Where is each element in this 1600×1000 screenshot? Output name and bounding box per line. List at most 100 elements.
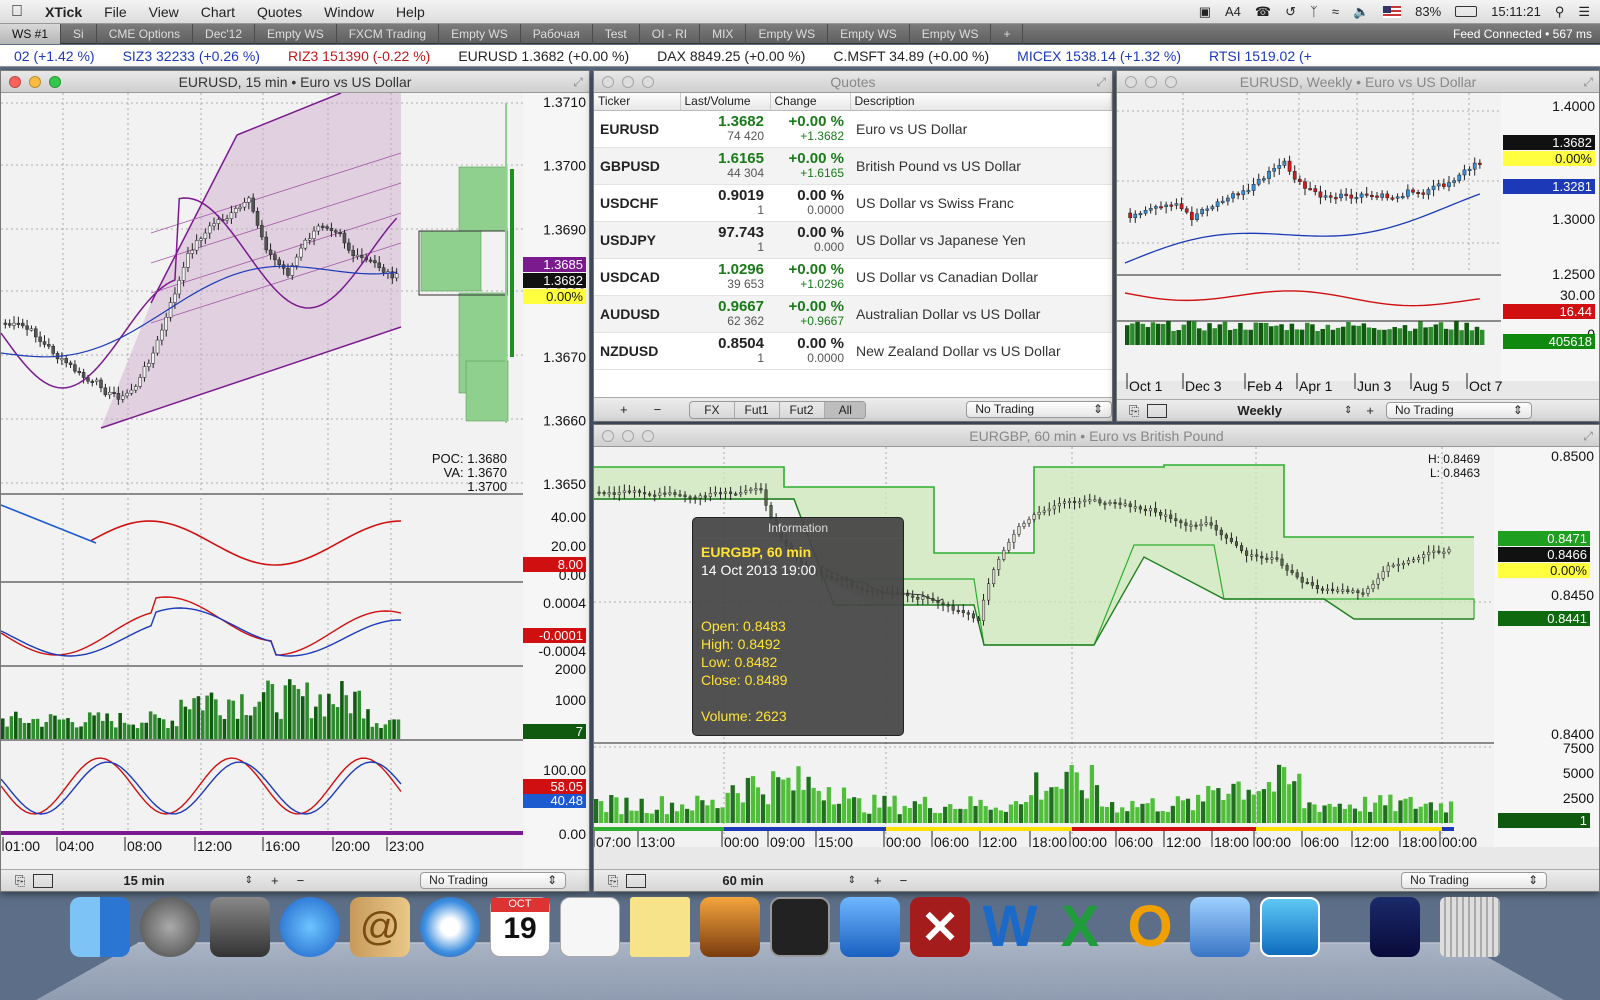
add-indicator-button[interactable]: + <box>1366 403 1374 418</box>
ticker-item[interactable]: RTSI 1519.02 (+ <box>1195 48 1326 64</box>
window-titlebar[interactable]: EURGBP, 60 min • Euro vs British Pound ⤢ <box>594 425 1599 447</box>
workspace-tab[interactable]: Empty WS <box>910 23 992 44</box>
quote-row[interactable]: NZDUSD 0.8504 1 0.00 % 0.0000 New Zealand Dol… <box>594 332 1112 370</box>
trading-mode-select[interactable]: No Trading ⇕ <box>1401 872 1548 889</box>
eurusd-15min-chart[interactable]: POC: 1.3680VA: 1.36701.37001.37101.37001… <box>1 93 590 871</box>
trading-mode-select[interactable]: No Trading ⇕ <box>966 401 1112 418</box>
app-menu[interactable]: XTick <box>34 4 93 20</box>
iphoto-icon[interactable] <box>700 897 760 957</box>
zoom-button[interactable] <box>1165 75 1177 88</box>
quote-row[interactable]: AUDUSD 0.9667 62 362 +0.00 % +0.9667 Australi… <box>594 295 1112 333</box>
workspace-tab[interactable]: Test <box>593 23 640 44</box>
workspace-tab[interactable]: + <box>991 23 1024 44</box>
bluetooth-icon[interactable]: ᛉ <box>1310 4 1318 19</box>
window-titlebar[interactable]: EURUSD, Weekly • Euro vs US Dollar ⤢ <box>1117 71 1599 93</box>
quote-row[interactable]: USDCHF 0.9019 1 0.00 % 0.0000 US Dollar vs Sw… <box>594 184 1112 222</box>
snapshot-icon[interactable]: ⎘ <box>1129 403 1139 419</box>
add-ticker-button[interactable]: + <box>620 402 628 417</box>
workspace-tab[interactable]: Empty WS <box>439 23 521 44</box>
menu-chart[interactable]: Chart <box>190 4 246 20</box>
menu-help[interactable]: Help <box>385 4 436 20</box>
close-button[interactable] <box>9 75 21 88</box>
fullscreen-icon[interactable]: ⤢ <box>573 75 583 90</box>
workspace-tab[interactable]: FXCM Trading <box>337 23 440 44</box>
menu-view[interactable]: View <box>138 4 190 20</box>
xtick-app-icon[interactable] <box>1260 897 1320 957</box>
trading-mode-select[interactable]: No Trading ⇕ <box>420 872 567 889</box>
quote-row[interactable]: USDCAD 1.0296 39 653 +0.00 % +1.0296 US Dolla… <box>594 258 1112 296</box>
snapshot-icon[interactable]: ⎘ <box>608 873 618 889</box>
add-indicator-button[interactable]: + <box>271 873 279 888</box>
timeframe-select[interactable]: 15 min <box>123 873 164 888</box>
volume-icon[interactable]: 🔈 <box>1353 4 1369 20</box>
fullscreen-icon[interactable]: ⤢ <box>1096 75 1106 90</box>
workspace-tab[interactable]: Empty WS <box>255 23 337 44</box>
timeframe-stepper-icon[interactable]: ⇕ <box>1344 405 1352 416</box>
filter-all[interactable]: All <box>824 401 866 418</box>
filter-fut2[interactable]: Fut2 <box>780 401 825 418</box>
clock[interactable]: 15:11:21 <box>1491 4 1541 19</box>
workspace-tab[interactable]: WS #1 <box>0 23 62 44</box>
window-titlebar[interactable]: EURUSD, 15 min • Euro vs US Dollar ⤢ <box>1 71 589 93</box>
ticker-item[interactable]: SIZ3 32233 (+0.26 %) <box>109 48 274 64</box>
eurusd-weekly-chart[interactable]: 1.4000 1.3000 1.2500 1.36820.00% 1.3281 30.00… <box>1117 93 1600 401</box>
word-icon[interactable]: W <box>980 897 1040 957</box>
trading-mode-select[interactable]: No Trading ⇕ <box>1385 402 1532 419</box>
safari-icon[interactable] <box>420 897 480 957</box>
wifi-icon[interactable]: ≈ <box>1332 4 1339 19</box>
remote-desktop-icon[interactable] <box>1190 897 1250 957</box>
quote-row[interactable]: USDJPY 97.743 1 0.00 % 0.000 US Dollar vs Jap… <box>594 221 1112 259</box>
timeframe-stepper-icon[interactable]: ⇕ <box>848 875 856 886</box>
launchpad-icon[interactable] <box>140 897 200 957</box>
ticker-item[interactable]: DAX 8849.25 (+0.00 %) <box>643 48 819 64</box>
workspace-tab[interactable]: Empty WS <box>828 23 910 44</box>
quote-row[interactable]: EURUSD 1.3682 74 420 +0.00 % +1.3682 Euro vs … <box>594 110 1112 148</box>
workspace-tab[interactable]: Dec'12 <box>193 23 256 44</box>
col-last-volume[interactable]: Last/Volume <box>680 93 771 111</box>
col-description[interactable]: Description <box>850 93 1112 111</box>
timeframe-select[interactable]: 60 min <box>722 873 763 888</box>
minimize-button[interactable] <box>622 75 634 88</box>
layout-icon[interactable] <box>1147 403 1168 418</box>
zoom-button[interactable] <box>49 75 61 88</box>
col-ticker[interactable]: Ticker <box>594 93 681 111</box>
zoom-button[interactable] <box>642 75 654 88</box>
timeframe-stepper-icon[interactable]: ⇕ <box>245 875 253 886</box>
minimize-button[interactable] <box>622 429 634 442</box>
book-icon[interactable] <box>1370 897 1420 957</box>
screen-mirror-icon[interactable]: ▣ <box>1199 4 1211 20</box>
timeframe-select[interactable]: Weekly <box>1237 403 1282 418</box>
apple-icon[interactable]:  <box>0 3 34 21</box>
layout-icon[interactable] <box>33 873 54 888</box>
adobe-icon[interactable]: A4 <box>1225 4 1241 19</box>
outlook-icon[interactable]: O <box>1120 897 1180 957</box>
ticker-item[interactable]: C.MSFT 34.89 (+0.00 %) <box>819 48 1003 64</box>
xcode-icon[interactable] <box>840 897 900 957</box>
minimize-button[interactable] <box>1145 75 1157 88</box>
filter-fx[interactable]: FX <box>690 401 735 418</box>
ticker-item[interactable]: EURUSD 1.3682 (+0.00 %) <box>444 48 643 64</box>
flag-icon[interactable] <box>1383 5 1402 18</box>
layout-icon[interactable] <box>626 873 647 888</box>
workspace-tab[interactable]: OI - RI <box>640 23 701 44</box>
menu-quotes[interactable]: Quotes <box>246 4 313 20</box>
battery-label[interactable]: 83% <box>1415 4 1441 19</box>
ticker-item[interactable]: MICEX 1538.14 (+1.32 %) <box>1003 48 1195 64</box>
remove-indicator-button[interactable]: − <box>297 873 305 888</box>
spotlight-icon[interactable]: ⚲ <box>1555 4 1565 20</box>
quote-row[interactable]: GBPUSD 1.6165 44 304 +0.00 % +1.6165 British … <box>594 147 1112 185</box>
time-machine-icon[interactable]: ↺ <box>1285 4 1296 20</box>
col-change[interactable]: Change <box>770 93 851 111</box>
zoom-button[interactable] <box>642 429 654 442</box>
snapshot-icon[interactable]: ⎘ <box>15 873 25 889</box>
stickies-icon[interactable] <box>630 897 690 957</box>
fullscreen-icon[interactable]: ⤢ <box>1583 75 1593 90</box>
close-button[interactable] <box>1125 75 1137 88</box>
minimize-button[interactable] <box>29 75 41 88</box>
workspace-tab[interactable]: CME Options <box>97 23 194 44</box>
ticker-item[interactable]: 02 (+1.42 %) <box>0 48 109 64</box>
ticker-item[interactable]: RIZ3 151390 (-0.22 %) <box>274 48 444 64</box>
excel-icon[interactable]: X <box>1050 897 1110 957</box>
contacts-icon[interactable]: @ <box>350 897 410 957</box>
workspace-tab[interactable]: Empty WS <box>746 23 829 44</box>
